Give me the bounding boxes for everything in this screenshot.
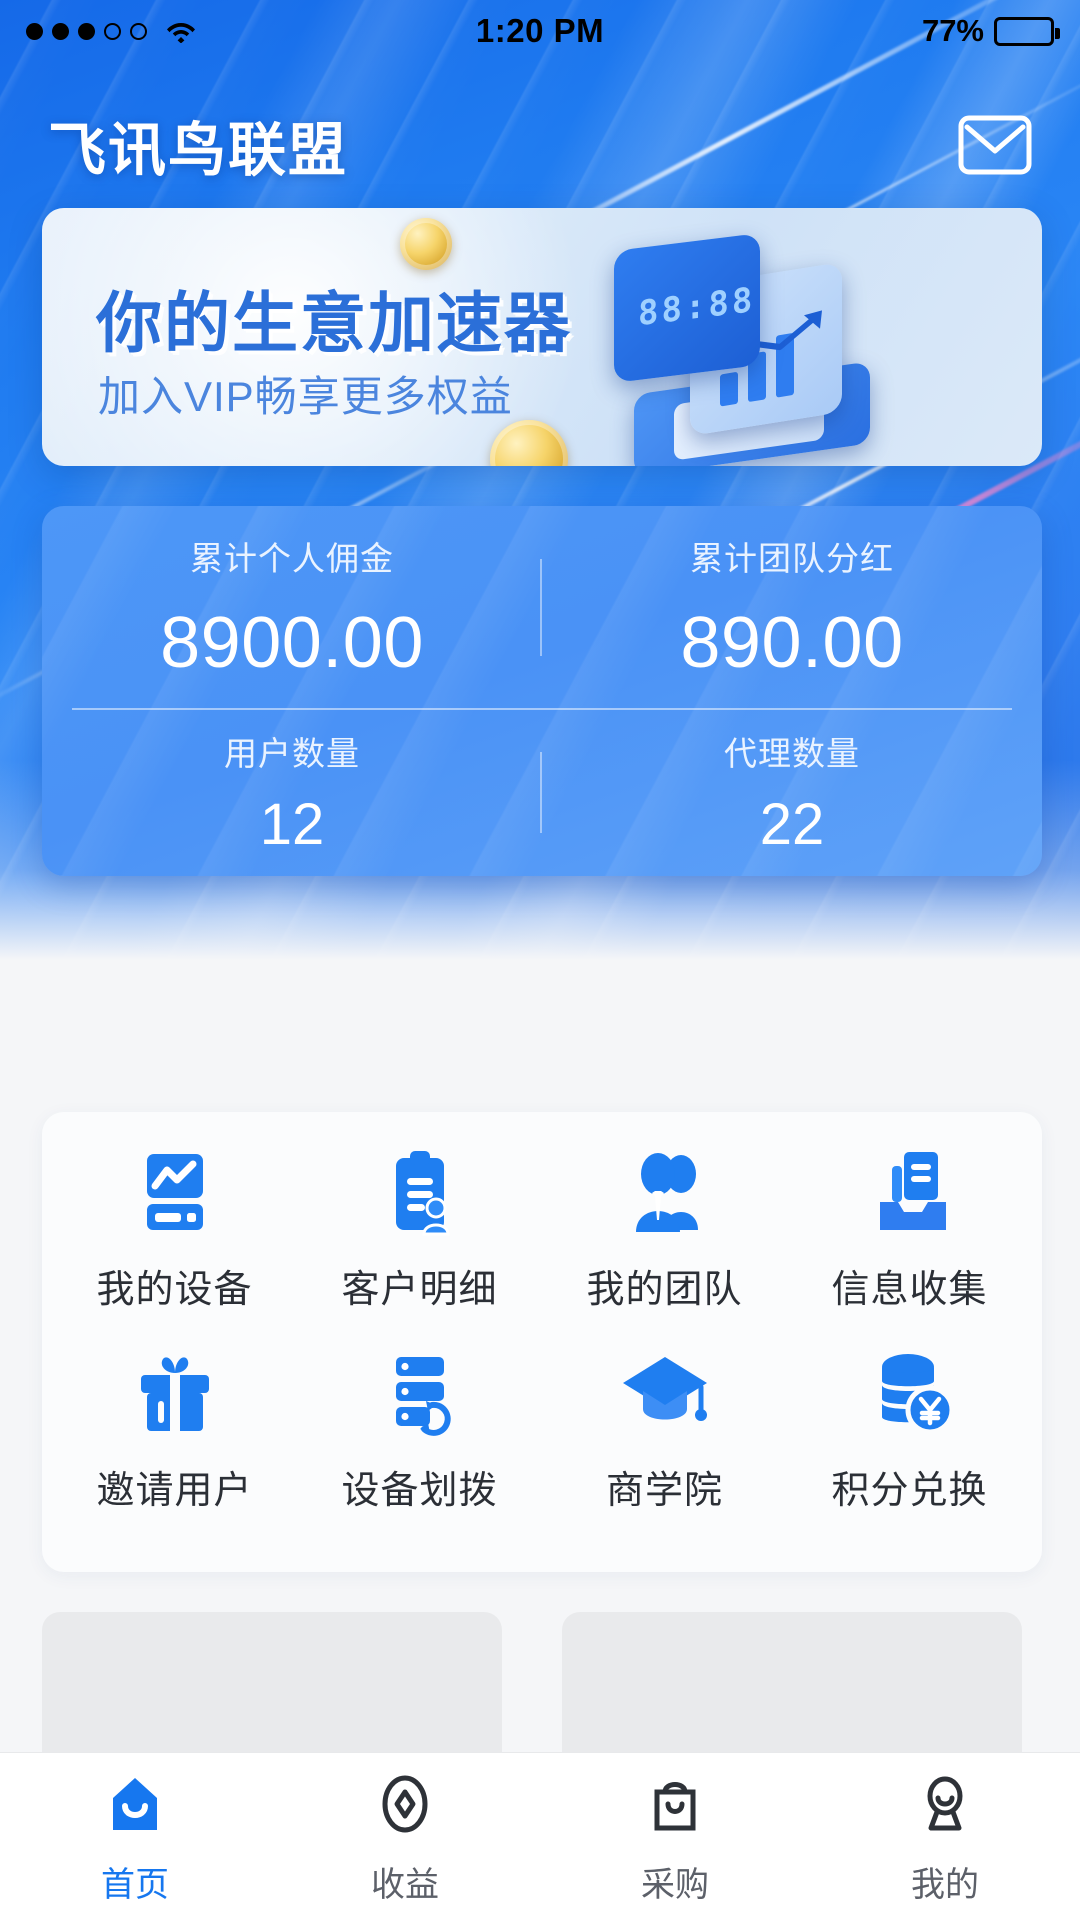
menu-item-customer-details[interactable]: 客户明细 [297, 1146, 542, 1347]
bottom-tab-bar: 首页 收益 采购 我的 [0, 1752, 1080, 1920]
vip-promo-banner[interactable]: 88:88 你的生意加速器 加入VIP畅享更多权益 [42, 208, 1042, 466]
stat-value: 8900.00 [160, 602, 424, 683]
menu-item-device-transfer[interactable]: 设备划拨 [297, 1347, 542, 1548]
menu-item-label: 邀请用户 [96, 1470, 253, 1512]
menu-item-label: 商学院 [605, 1470, 723, 1512]
tab-purchase[interactable]: 采购 [540, 1767, 810, 1906]
inbox-document-icon [864, 1146, 956, 1238]
clipboard-customer-icon [374, 1146, 466, 1238]
gift-box-icon [129, 1347, 221, 1439]
profile-person-icon [913, 1767, 977, 1841]
banner-title: 你的生意加速器 [96, 285, 572, 362]
menu-item-my-team[interactable]: 我的团队 [542, 1146, 787, 1347]
status-bar-time: 1:20 PM [475, 12, 605, 49]
tab-earnings[interactable]: 收益 [270, 1767, 540, 1906]
stat-label: 代理数量 [724, 735, 860, 772]
stats-row-earnings: 累计个人佣金 8900.00 累计团队分红 890.00 [42, 506, 1042, 709]
menu-item-business-school[interactable]: 商学院 [542, 1347, 787, 1548]
menu-item-invite-user[interactable]: 邀请用户 [52, 1347, 297, 1548]
tab-home[interactable]: 首页 [0, 1767, 270, 1906]
stat-user-count[interactable]: 用户数量 12 [42, 709, 542, 876]
shopping-bag-icon [643, 1767, 707, 1841]
app-brand-title: 飞讯鸟联盟 [48, 116, 349, 184]
diamond-earnings-icon [373, 1767, 437, 1841]
tab-label: 收益 [371, 1866, 439, 1904]
banner-subtitle: 加入VIP畅享更多权益 [98, 373, 513, 420]
stats-row-counts: 用户数量 12 代理数量 22 [42, 709, 1042, 876]
menu-item-info-collection[interactable]: 信息收集 [787, 1146, 1032, 1347]
coins-yuan-icon [864, 1347, 956, 1439]
stat-agent-count[interactable]: 代理数量 22 [542, 709, 1042, 876]
home-icon [103, 1767, 167, 1841]
gold-coin-icon [400, 218, 452, 270]
menu-item-label: 客户明细 [341, 1269, 498, 1311]
mail-envelope-icon[interactable] [958, 115, 1032, 175]
quick-menu-grid: 我的设备 客户明细 我的团队 信息收集 邀请用户 设备划拨 商学院 积分兑换 [42, 1112, 1042, 1572]
battery-icon [994, 16, 1060, 46]
stat-label: 累计个人佣金 [190, 539, 394, 577]
menu-item-label: 信息收集 [831, 1269, 988, 1311]
tab-label: 我的 [911, 1866, 979, 1904]
stat-team-dividend[interactable]: 累计团队分红 890.00 [542, 506, 1042, 709]
menu-item-label: 我的团队 [586, 1269, 743, 1311]
stat-value: 890.00 [680, 602, 904, 683]
stat-personal-commission[interactable]: 累计个人佣金 8900.00 [42, 506, 542, 709]
tab-label: 首页 [101, 1866, 169, 1904]
tab-label: 采购 [641, 1866, 709, 1904]
server-transfer-icon [374, 1347, 466, 1439]
stats-divider [72, 708, 1012, 710]
menu-item-label: 设备划拨 [341, 1470, 498, 1512]
stats-summary-card: 累计个人佣金 8900.00 累计团队分红 890.00 用户数量 12 代理数… [42, 506, 1042, 876]
device-monitor-icon [129, 1146, 221, 1238]
team-people-icon [619, 1146, 711, 1238]
app-header: 飞讯鸟联盟 [0, 90, 1080, 200]
menu-item-my-devices[interactable]: 我的设备 [52, 1146, 297, 1347]
stat-value: 22 [759, 792, 825, 857]
stat-label: 累计团队分红 [690, 539, 894, 577]
status-bar: 1:20 PM 77% [0, 0, 1080, 62]
menu-item-label: 我的设备 [96, 1269, 253, 1311]
menu-item-points-exchange[interactable]: 积分兑换 [787, 1347, 1032, 1548]
stat-value: 12 [259, 792, 325, 857]
tab-profile[interactable]: 我的 [810, 1767, 1080, 1906]
graduation-cap-icon [619, 1347, 711, 1439]
stat-label: 用户数量 [224, 735, 360, 772]
menu-item-label: 积分兑换 [831, 1470, 988, 1512]
